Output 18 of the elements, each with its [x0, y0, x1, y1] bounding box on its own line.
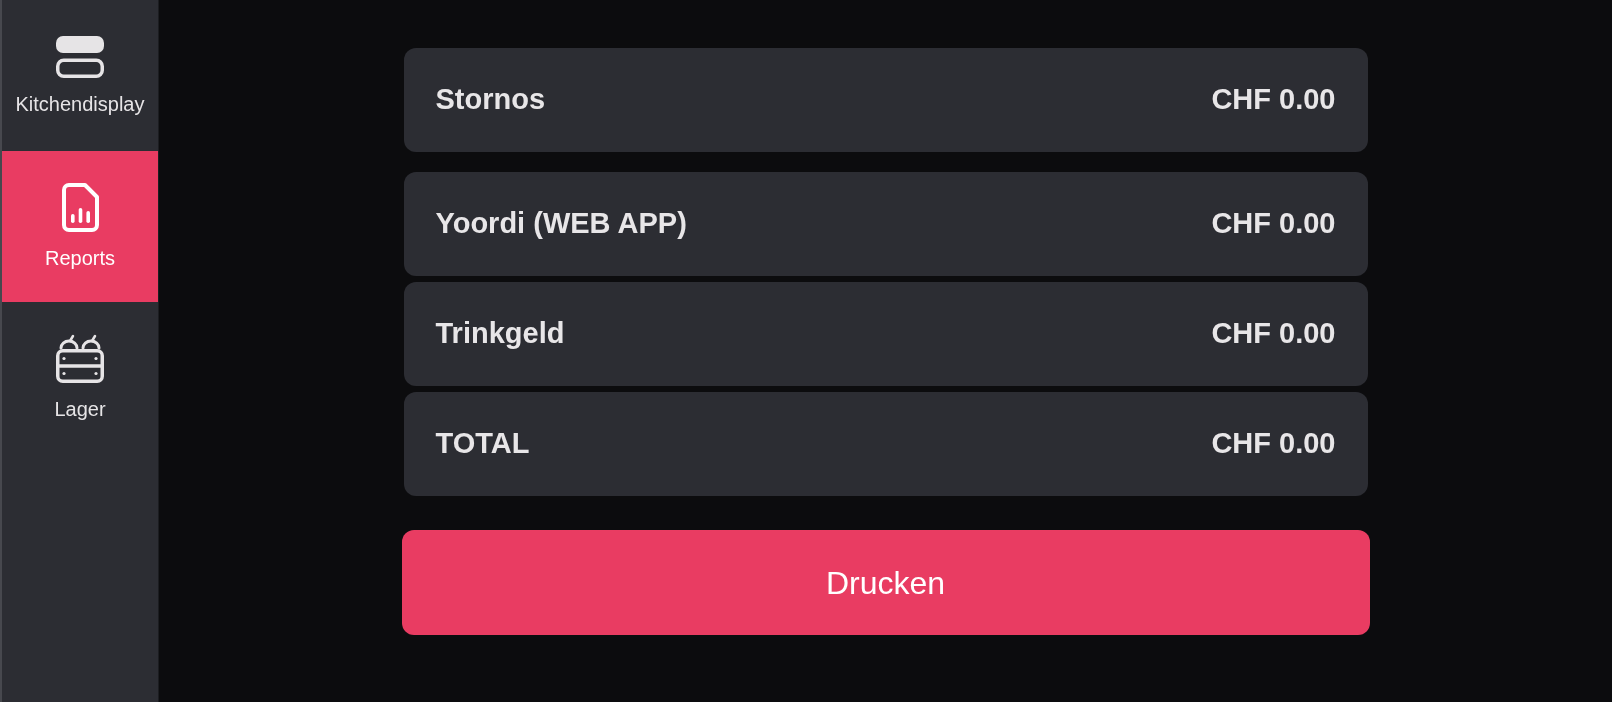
- row-label: TOTAL: [435, 426, 530, 462]
- row-amount: CHF 0.00: [1211, 82, 1336, 118]
- stacked-bars-icon: [56, 35, 104, 78]
- sidebar-item[interactable]: Kitchendisplay: [2, 0, 158, 151]
- sidebar-item-label: Kitchendisplay: [15, 91, 145, 116]
- row-label: Trinkgeld: [435, 316, 565, 352]
- sidebar-item[interactable]: Lager: [2, 302, 158, 453]
- row-amount: CHF 0.00: [1211, 426, 1336, 462]
- report-document-icon: [61, 183, 99, 232]
- sidebar-item[interactable]: Reports: [2, 151, 158, 302]
- print-button[interactable]: Drucken: [401, 530, 1370, 635]
- row-label: Yoordi (WEB APP): [435, 206, 687, 242]
- row-amount: CHF 0.00: [1211, 206, 1336, 242]
- crate-with-apples-icon: [56, 334, 104, 383]
- sidebar-item-label: Lager: [54, 397, 106, 421]
- sidebar-item-label: Reports: [45, 246, 115, 270]
- row-amount: CHF 0.00: [1211, 316, 1336, 352]
- row-label: Stornos: [435, 82, 546, 118]
